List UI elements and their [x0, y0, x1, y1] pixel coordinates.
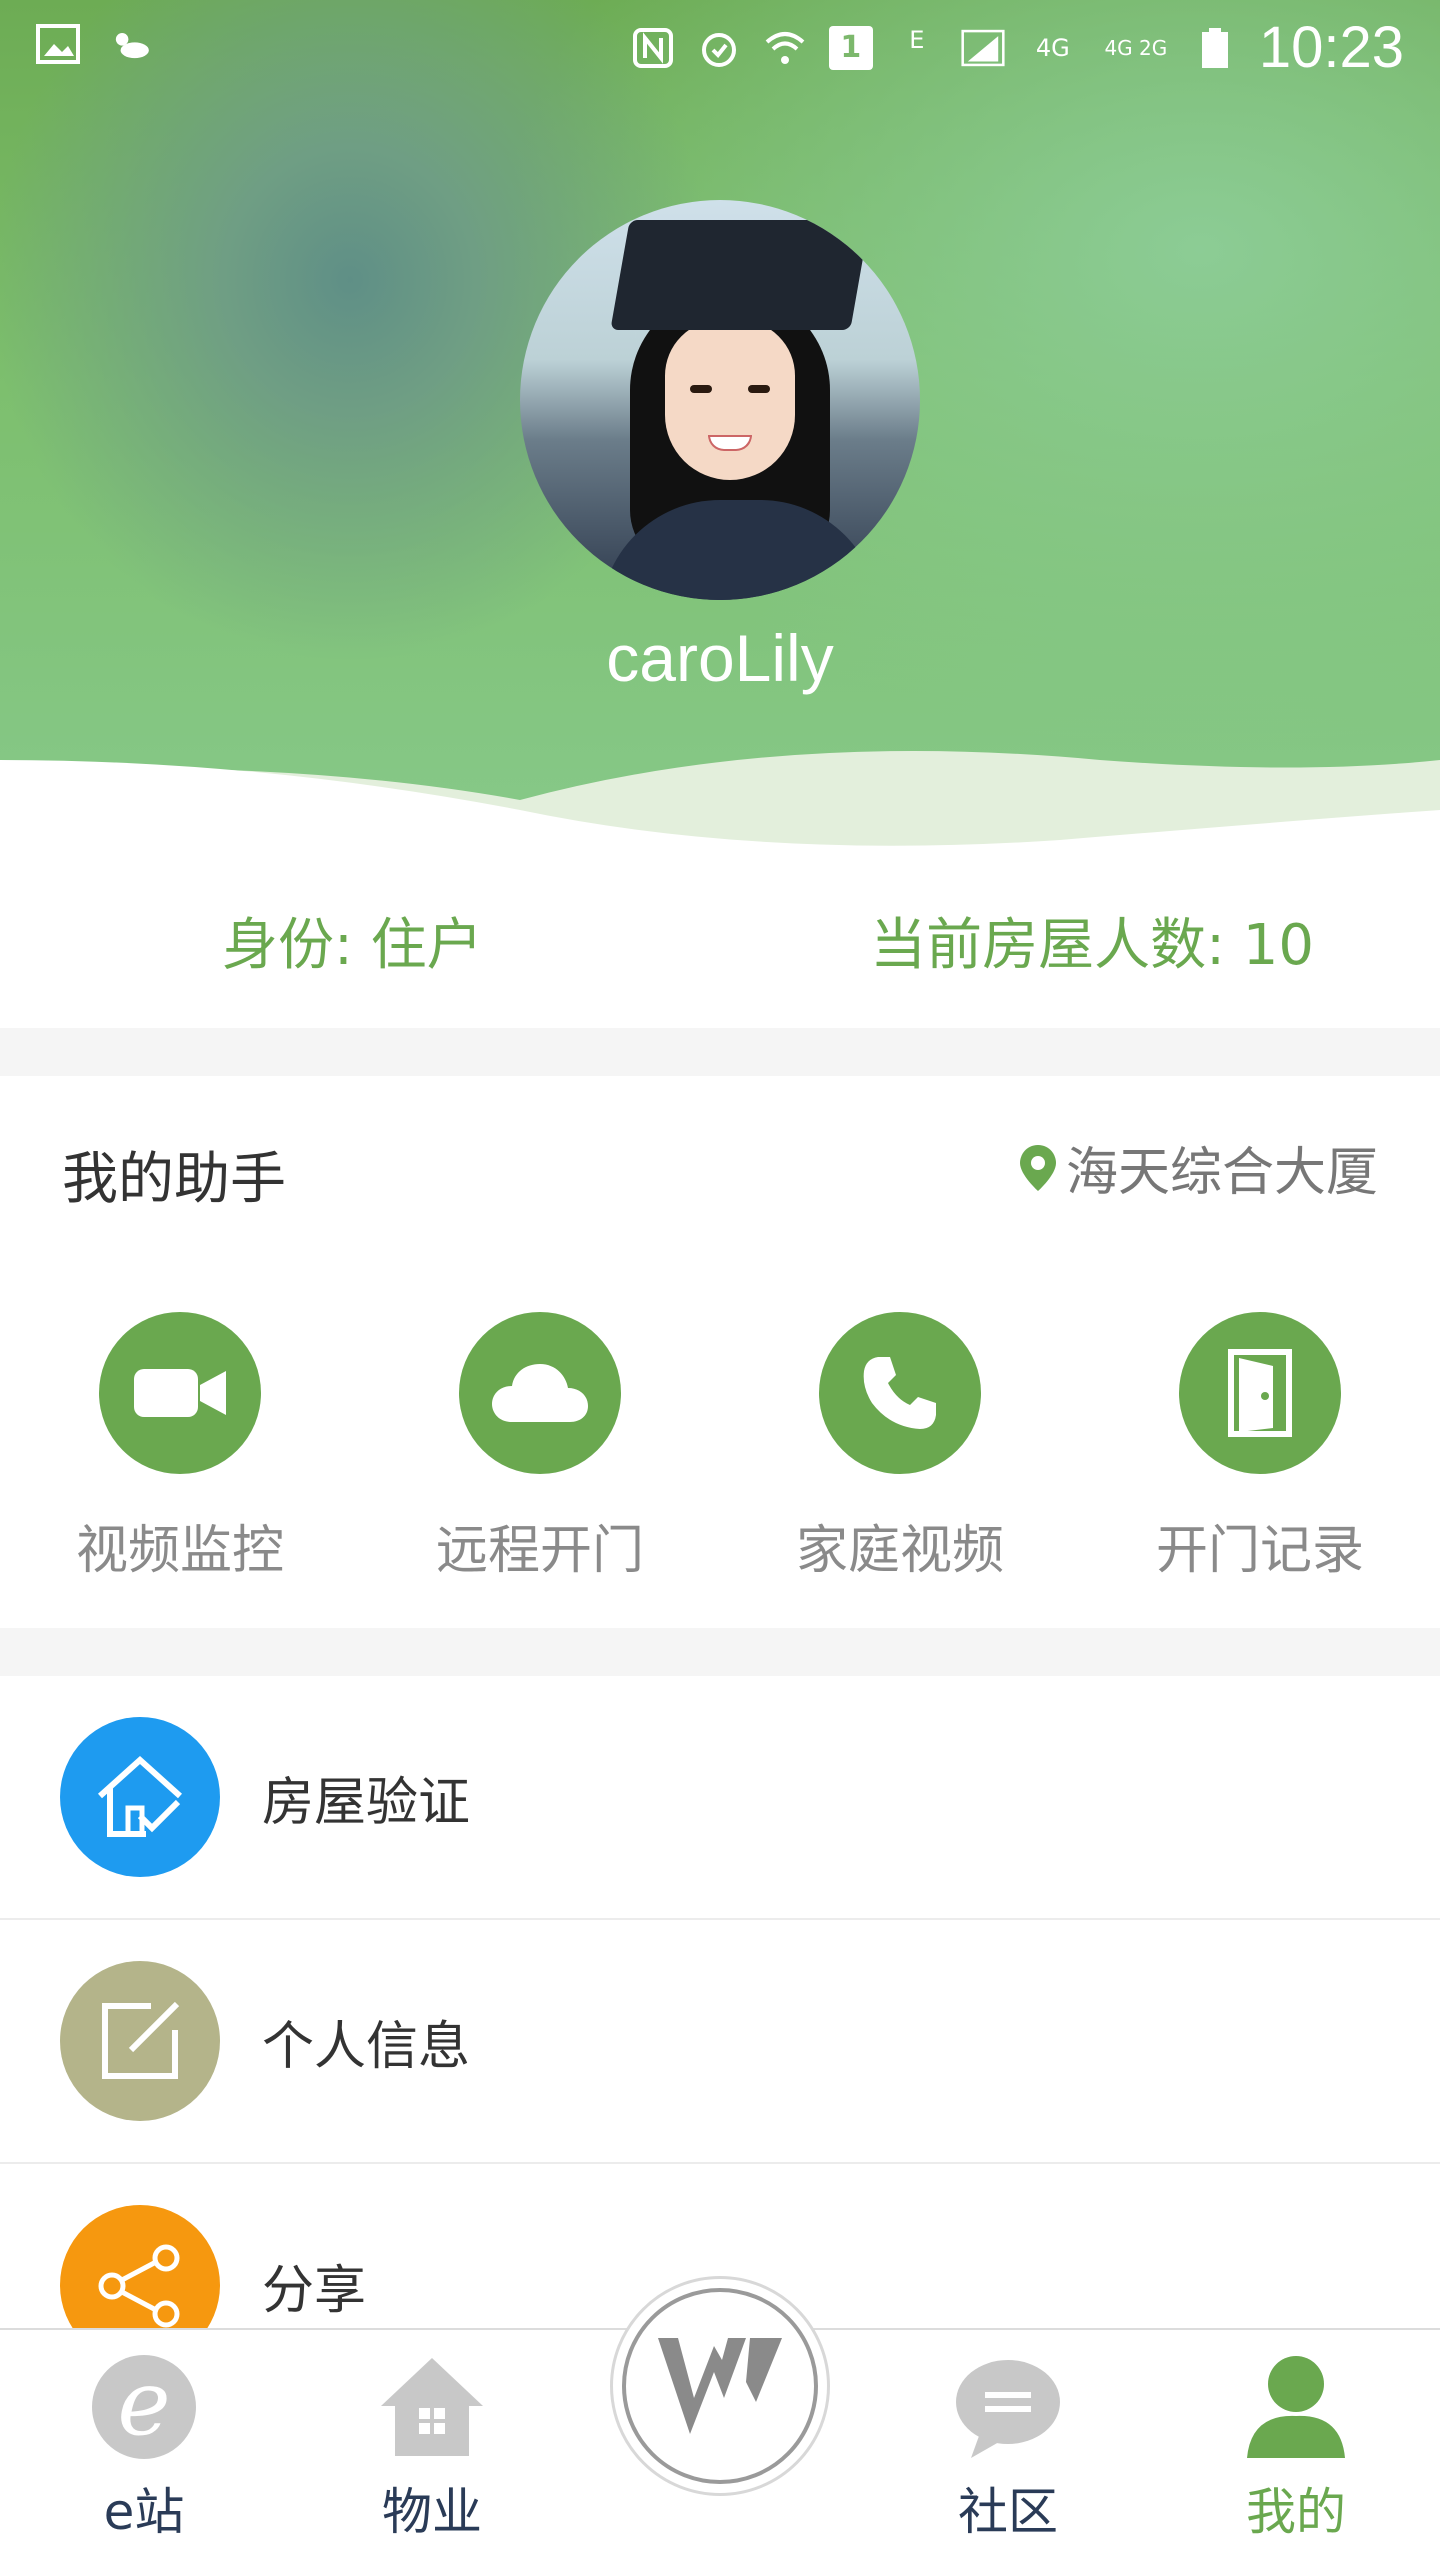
- nav-item-property[interactable]: 物业: [332, 2352, 532, 2544]
- weather-icon: [108, 22, 152, 66]
- nfc-icon: [631, 26, 675, 70]
- nav-item-community[interactable]: 社区: [908, 2352, 1108, 2544]
- cloud-icon: [459, 1312, 621, 1474]
- menu-label: 房屋验证: [262, 1772, 471, 1833]
- assistant-title: 我的助手: [62, 1147, 286, 1212]
- tool-label: 家庭视频: [795, 1521, 1004, 1581]
- menu-item-house-verify[interactable]: 房屋验证: [0, 1676, 1440, 1920]
- identity-bar: 身份: 住户 当前房屋人数: 10: [0, 860, 1440, 1028]
- nav-label: e站: [103, 2483, 185, 2541]
- tool-family-video[interactable]: 家庭视频: [720, 1312, 1080, 1583]
- svg-text:e: e: [117, 2352, 170, 2456]
- house-check-icon: [60, 1717, 220, 1877]
- tool-label: 开门记录: [1155, 1521, 1364, 1581]
- network-4g-2g-label: 4G 2G: [1104, 35, 1168, 60]
- household-count-text: 当前房屋人数: 10: [870, 913, 1314, 978]
- tool-label: 视频监控: [75, 1521, 284, 1581]
- nav-item-e-station[interactable]: e e站: [44, 2351, 244, 2544]
- nav-label: 物业: [382, 2483, 482, 2541]
- assistant-card: 我的助手 海天综合大厦 视频监控 远程开门 家庭视频 开门记录: [0, 1076, 1440, 1628]
- center-home-button[interactable]: [610, 2276, 830, 2496]
- network-e-label: E: [909, 25, 925, 54]
- bottom-nav: e e站 物业 社区 我的: [0, 2276, 1440, 2560]
- gallery-icon: [36, 22, 80, 66]
- location-pin-icon: [1018, 1143, 1058, 1193]
- wifi-icon: [763, 26, 807, 70]
- sim-badge-icon: 1: [828, 25, 873, 70]
- network-4g-label: 4G: [1035, 33, 1070, 62]
- tool-label: 远程开门: [435, 1521, 644, 1581]
- location-selector[interactable]: 海天综合大厦: [1018, 1130, 1378, 1205]
- menu-label: 分享: [262, 2260, 367, 2321]
- assistant-tools: 视频监控 远程开门 家庭视频 开门记录: [0, 1312, 1440, 1583]
- tool-door-records[interactable]: 开门记录: [1080, 1312, 1440, 1583]
- status-bar: 1 E 4G 4G 2G 10:23: [0, 0, 1440, 100]
- username: caroLily: [606, 621, 834, 695]
- nav-item-mine[interactable]: 我的: [1196, 2352, 1396, 2544]
- alarm-icon: [697, 26, 741, 70]
- e-station-icon: e: [89, 2351, 199, 2466]
- person-icon: [1241, 2352, 1351, 2466]
- chat-bubble-icon: [953, 2352, 1063, 2466]
- property-house-icon: [377, 2352, 487, 2466]
- menu-item-personal-info[interactable]: 个人信息: [0, 1920, 1440, 2164]
- nav-label: 社区: [958, 2483, 1058, 2541]
- battery-icon: [1193, 26, 1237, 70]
- header-wave-divider: [0, 751, 1440, 860]
- door-icon: [1179, 1312, 1341, 1474]
- signal-icon: [961, 26, 1005, 70]
- edit-icon: [60, 1961, 220, 2121]
- profile-header: 1 E 4G 4G 2G 10:23 caroLily: [0, 0, 1440, 860]
- location-name: 海天综合大厦: [1065, 1143, 1378, 1203]
- video-camera-icon: [99, 1312, 261, 1474]
- menu-label: 个人信息: [262, 2016, 471, 2077]
- tool-video-monitor[interactable]: 视频监控: [0, 1312, 360, 1583]
- phone-icon: [819, 1312, 981, 1474]
- role-text: 身份: 住户: [222, 913, 483, 978]
- nav-label: 我的: [1246, 2483, 1346, 2541]
- avatar[interactable]: [520, 200, 920, 600]
- clock: 10:23: [1258, 15, 1404, 80]
- tool-remote-door[interactable]: 远程开门: [360, 1312, 720, 1583]
- brand-logo-icon: [622, 2288, 818, 2484]
